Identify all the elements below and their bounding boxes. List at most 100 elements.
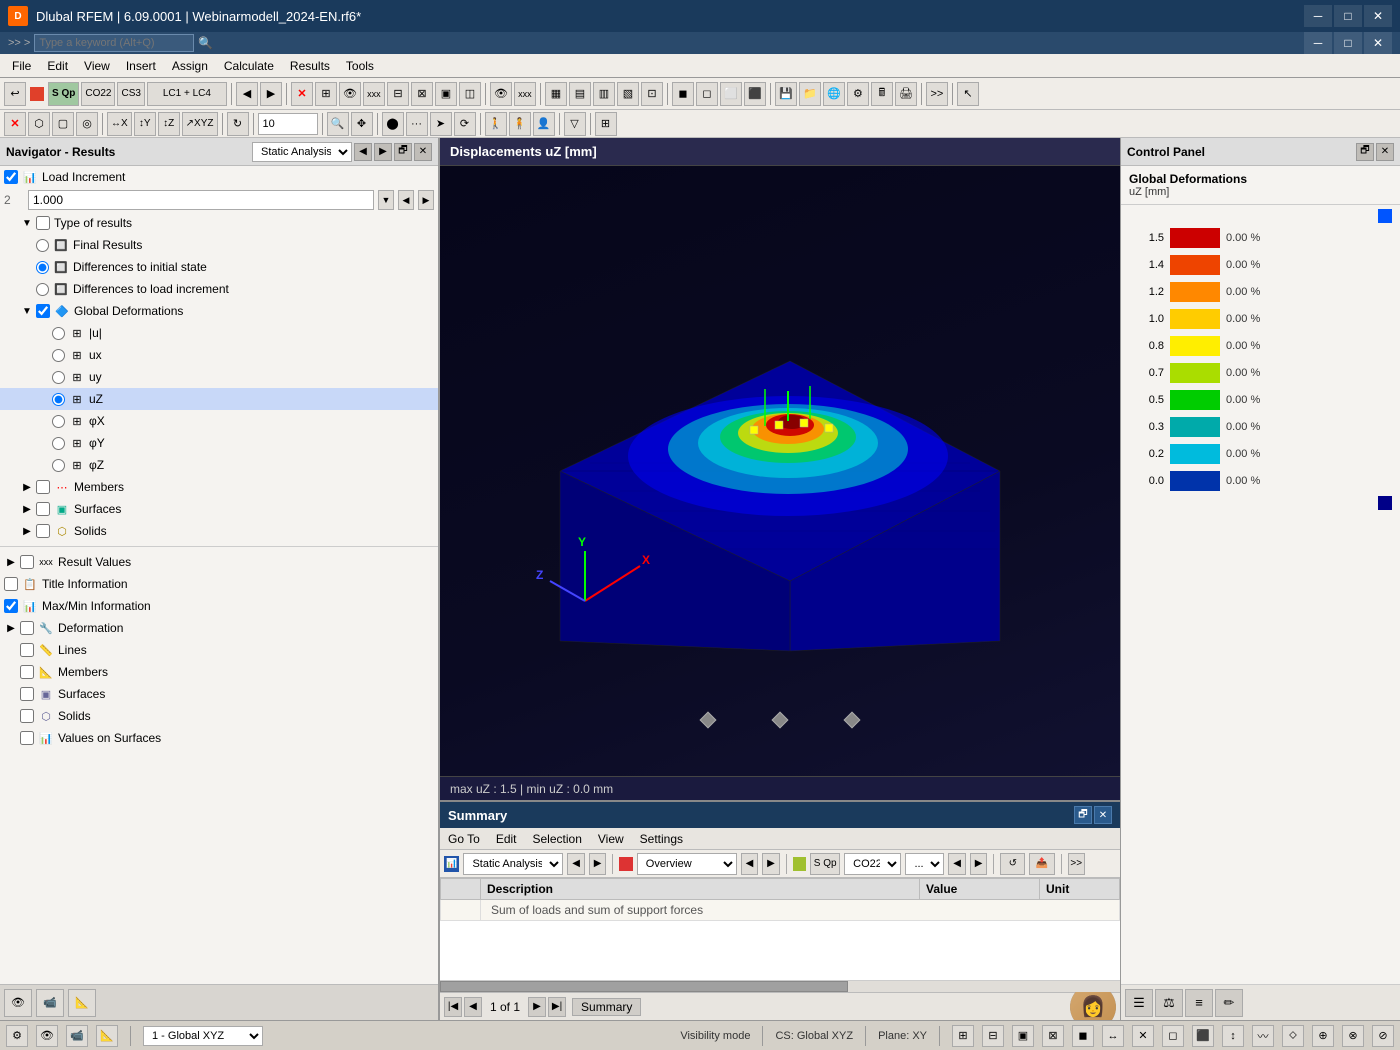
summary-co-next-btn[interactable]: ▶ xyxy=(970,853,987,875)
tb-eye[interactable]: 👁 xyxy=(490,82,512,106)
result-values-check[interactable] xyxy=(20,555,34,569)
status-tb-btn14[interactable]: ⊗ xyxy=(1342,1025,1364,1047)
tb-prev[interactable]: ◀ xyxy=(236,82,258,106)
tb2-rotate[interactable]: ↻ xyxy=(227,112,249,136)
cp-icon-btn1[interactable]: ☰ xyxy=(1125,989,1153,1017)
tb2-man[interactable]: 🚶 xyxy=(485,112,507,136)
summary-overview[interactable]: Overview xyxy=(637,853,737,875)
summary-page-prev-btn[interactable]: ◀ xyxy=(464,997,482,1017)
nav-bottom-btn2[interactable]: 📹 xyxy=(36,989,64,1017)
tb-x-mark[interactable]: ✕ xyxy=(291,82,313,106)
tb-frame3[interactable]: ▥ xyxy=(593,82,615,106)
tb-frame[interactable]: ▦ xyxy=(545,82,567,106)
diff-load-radio[interactable] xyxy=(36,283,49,296)
load-increment-next-btn[interactable]: ▶ xyxy=(418,190,434,210)
tb-more[interactable]: >> xyxy=(926,82,948,106)
phiz-radio[interactable] xyxy=(52,459,65,472)
navigator-next-btn[interactable]: ▶ xyxy=(374,143,392,161)
tb2-zoom[interactable]: 🔍 xyxy=(327,112,349,136)
tb-shape1[interactable]: ▣ xyxy=(435,82,457,106)
summary-export-btn[interactable]: 📤 xyxy=(1029,853,1054,875)
nav-solids[interactable]: ▶ ⬡ Solids xyxy=(0,520,438,542)
summary-refresh-btn[interactable]: ↺ xyxy=(1000,853,1025,875)
solids-check[interactable] xyxy=(36,524,50,538)
nav-abs-u[interactable]: ⊞ |u| xyxy=(0,322,438,344)
menu-results[interactable]: Results xyxy=(282,57,338,75)
summary-summary-btn[interactable]: Summary xyxy=(572,998,641,1016)
status-tb-btn9[interactable]: ⬛ xyxy=(1192,1025,1214,1047)
nav-diff-initial[interactable]: 🔲 Differences to initial state xyxy=(0,256,438,278)
status-icon3[interactable]: 📹 xyxy=(66,1025,88,1047)
tb-undo[interactable]: ↩ xyxy=(4,82,26,106)
status-tb-btn3[interactable]: ▣ xyxy=(1012,1025,1034,1047)
tb2-cube[interactable]: ⬡ xyxy=(28,112,50,136)
summary-more-btn[interactable]: >> xyxy=(1068,853,1085,875)
load-increment-dropdown-btn[interactable]: ▼ xyxy=(378,190,394,210)
load-increment-check[interactable] xyxy=(4,170,18,184)
nav-members[interactable]: ▶ ⋯ Members xyxy=(0,476,438,498)
maxmin-check[interactable] xyxy=(4,599,18,613)
summary-menu-edit[interactable]: Edit xyxy=(492,830,521,848)
surfaces2-check[interactable] xyxy=(20,687,34,701)
tb-gear[interactable]: ⚙ xyxy=(847,82,869,106)
cp-icon-btn3[interactable]: ≡ xyxy=(1185,989,1213,1017)
nav-solids2[interactable]: ⬡ Solids xyxy=(0,705,438,727)
load-increment-prev-btn[interactable]: ◀ xyxy=(398,190,414,210)
nav-load-increment[interactable]: 📊 Load Increment xyxy=(0,166,438,188)
nav-uz[interactable]: ⊞ uZ xyxy=(0,388,438,410)
phiy-radio[interactable] xyxy=(52,437,65,450)
summary-analysis-type[interactable]: Static Analysis xyxy=(463,853,563,875)
tb-sqp-btn[interactable]: S Qp xyxy=(48,82,79,106)
summary-next2-btn[interactable]: ▶ xyxy=(762,853,779,875)
tb2-xyz[interactable]: ↗XYZ xyxy=(182,112,218,136)
summary-page-first-btn[interactable]: |◀ xyxy=(444,997,462,1017)
final-results-radio[interactable] xyxy=(36,239,49,252)
navigator-close-btn[interactable]: ✕ xyxy=(414,143,432,161)
tb-save[interactable]: 💾 xyxy=(775,82,797,106)
title-bar-controls[interactable]: ─ □ ✕ xyxy=(1304,5,1392,27)
nav-maxmin-information[interactable]: 📊 Max/Min Information xyxy=(0,595,438,617)
tb-calc[interactable]: 🖩 xyxy=(871,82,893,106)
tb2-man3[interactable]: 👤 xyxy=(533,112,555,136)
tb-cs3[interactable]: CS3 xyxy=(117,82,144,106)
restore-button[interactable]: □ xyxy=(1334,5,1362,27)
tb-next[interactable]: ▶ xyxy=(260,82,282,106)
tb-xxx2[interactable]: xxx xyxy=(514,82,536,106)
tb-render4[interactable]: ⬛ xyxy=(744,82,766,106)
title-info-check[interactable] xyxy=(4,577,18,591)
members-check[interactable] xyxy=(36,480,50,494)
tb-shape2[interactable]: ◫ xyxy=(459,82,481,106)
tb2-node[interactable]: ◎ xyxy=(76,112,98,136)
cp-icon-btn2[interactable]: ⚖ xyxy=(1155,989,1183,1017)
tb-xxx1[interactable]: xxx xyxy=(363,82,385,106)
tb-folder[interactable]: 📁 xyxy=(799,82,821,106)
navigator-prev-btn[interactable]: ◀ xyxy=(354,143,372,161)
nav-surfaces[interactable]: ▶ ▣ Surfaces xyxy=(0,498,438,520)
summary-page-last-btn[interactable]: ▶| xyxy=(548,997,566,1017)
tb-lc[interactable]: LC1 + LC4 xyxy=(147,82,227,106)
summary-co-prev-btn[interactable]: ◀ xyxy=(948,853,965,875)
status-tb-btn6[interactable]: ↔ xyxy=(1102,1025,1124,1047)
menu-tools[interactable]: Tools xyxy=(338,57,382,75)
summary-hscroll-thumb[interactable] xyxy=(440,981,848,992)
values-on-surfaces-check[interactable] xyxy=(20,731,34,745)
tb2-box[interactable]: ▢ xyxy=(52,112,74,136)
viewport-canvas[interactable]: X Y Z xyxy=(440,166,1120,776)
solids2-check[interactable] xyxy=(20,709,34,723)
minimize-button[interactable]: ─ xyxy=(1304,5,1332,27)
tb2-arrow[interactable]: ➤ xyxy=(430,112,452,136)
navigator-restore-btn[interactable]: 🗗 xyxy=(394,143,412,161)
zoom-input[interactable] xyxy=(258,113,318,135)
tb-render1[interactable]: ◼ xyxy=(672,82,694,106)
nav-global-deformations[interactable]: ▼ 🔷 Global Deformations xyxy=(0,300,438,322)
members2-check[interactable] xyxy=(20,665,34,679)
summary-close-btn[interactable]: ✕ xyxy=(1094,806,1112,824)
status-tb-btn2[interactable]: ⊟ xyxy=(982,1025,1004,1047)
nav-values-on-surfaces[interactable]: 📊 Values on Surfaces xyxy=(0,727,438,749)
summary-menu-view[interactable]: View xyxy=(594,830,628,848)
global-deformations-check[interactable] xyxy=(36,304,50,318)
navigator-analysis-dropdown[interactable]: Static Analysis xyxy=(252,142,352,162)
lines-check[interactable] xyxy=(20,643,34,657)
cp-restore-btn[interactable]: 🗗 xyxy=(1356,143,1374,161)
nav-bottom-btn3[interactable]: 📐 xyxy=(68,989,96,1017)
